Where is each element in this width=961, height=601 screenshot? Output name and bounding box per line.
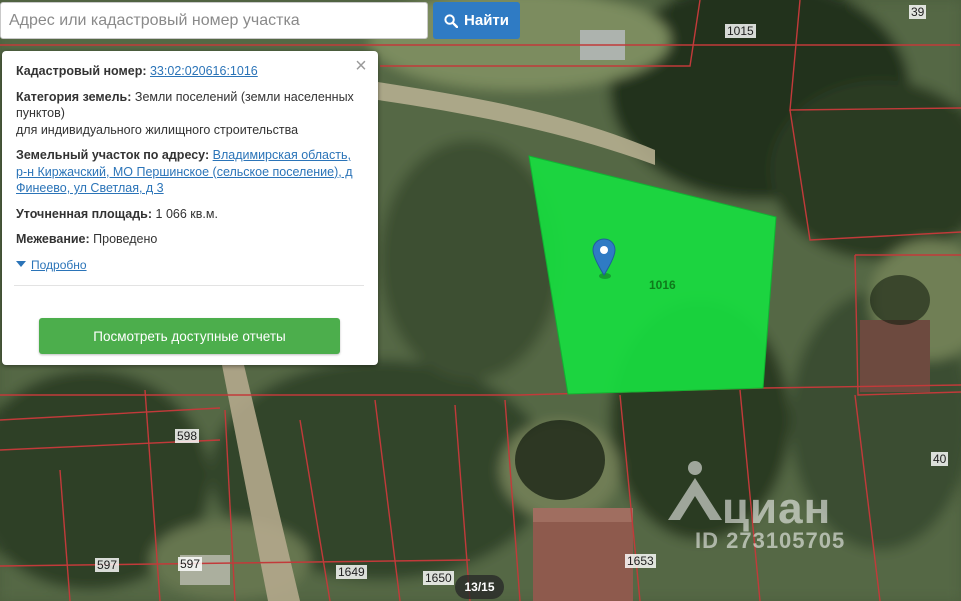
details-link[interactable]: Подробно: [31, 257, 87, 274]
cadastral-row: Кадастровый номер: 33:02:020616:1016: [16, 63, 362, 80]
plot-label-40: 40: [931, 452, 949, 466]
watermark-id: ID 273105705: [695, 528, 846, 553]
map-pin-icon[interactable]: [592, 238, 616, 280]
cadastral-label: Кадастровый номер:: [16, 64, 147, 78]
search-icon: [444, 13, 459, 28]
category-use: для индивидуального жилищного строительс…: [16, 122, 299, 137]
search-button[interactable]: Найти: [433, 2, 520, 39]
address-row: Земельный участок по адресу: Владимирска…: [16, 147, 362, 197]
area-row: Уточненная площадь: 1 066 кв.м.: [16, 206, 362, 223]
cadastral-number-link[interactable]: 33:02:020616:1016: [150, 64, 258, 78]
category-row: Категория земель: Земли поселений (земли…: [16, 89, 362, 139]
category-label: Категория земель:: [16, 89, 132, 104]
survey-row: Межевание: Проведено: [16, 231, 362, 248]
popup-divider: [14, 285, 364, 286]
details-toggle[interactable]: Подробно: [16, 257, 362, 274]
plot-label-598: 598: [175, 429, 200, 443]
area-value: 1 066 кв.м.: [155, 206, 218, 221]
search-input[interactable]: [0, 2, 428, 39]
area-label: Уточненная площадь:: [16, 206, 153, 221]
address-label: Земельный участок по адресу:: [16, 148, 210, 162]
plot-label-1653: 1653: [625, 554, 656, 568]
plot-label-597-b: 597: [178, 557, 203, 571]
caret-down-icon: [16, 261, 26, 268]
plot-info-popup: × Кадастровый номер: 33:02:020616:1016 К…: [2, 51, 378, 365]
close-icon[interactable]: ×: [352, 56, 370, 76]
plot-label-39: 39: [909, 5, 927, 19]
watermark-brand: циан: [722, 484, 832, 533]
cian-watermark: циан ID 273105705: [660, 458, 900, 558]
cian-logo-icon: [668, 461, 722, 520]
plot-label-1650: 1650: [423, 571, 454, 585]
survey-value: Проведено: [93, 232, 158, 246]
survey-label: Межевание:: [16, 232, 90, 246]
plot-label-1649: 1649: [336, 565, 367, 579]
search-button-label: Найти: [464, 12, 509, 29]
selected-plot-label: 1016: [649, 278, 676, 292]
image-counter: 13/15: [455, 575, 504, 599]
plot-label-597-a: 597: [95, 558, 120, 572]
plot-label-1015: 1015: [725, 24, 756, 38]
view-reports-button[interactable]: Посмотреть доступные отчеты: [39, 318, 340, 354]
